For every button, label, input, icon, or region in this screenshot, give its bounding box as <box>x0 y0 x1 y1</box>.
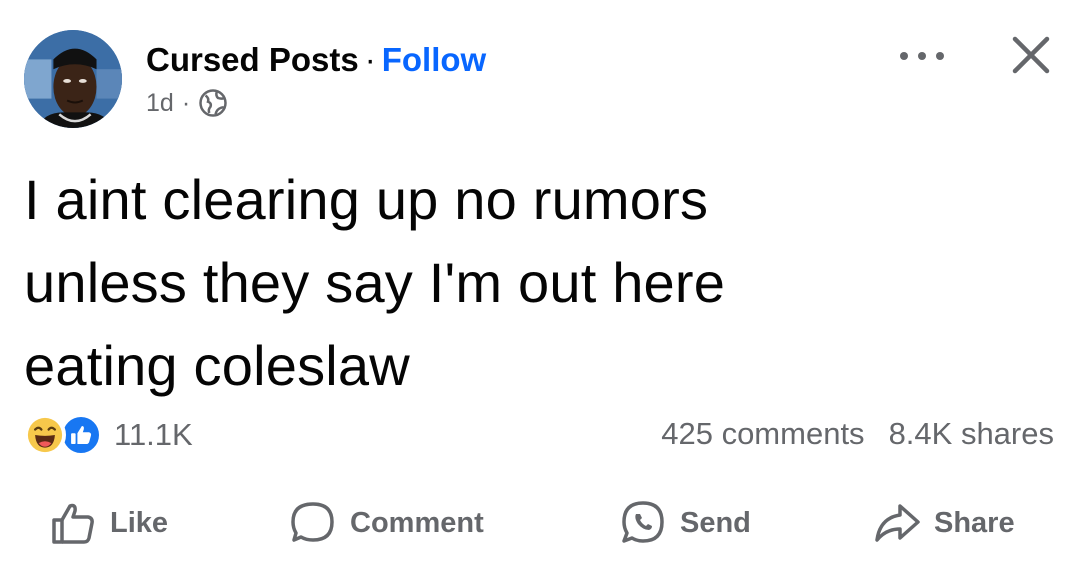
send-label: Send <box>680 506 751 539</box>
action-bar: Like Comment Send Share <box>0 496 1080 550</box>
timestamp[interactable]: 1d <box>146 88 174 118</box>
title-separator: · <box>364 41 376 78</box>
more-dot <box>936 52 944 60</box>
whatsapp-send-icon <box>622 501 664 543</box>
globe-icon[interactable] <box>198 88 228 118</box>
like-reaction-icon <box>60 414 102 456</box>
avatar-image <box>24 30 122 128</box>
share-label: Share <box>934 506 1015 539</box>
comments-count[interactable]: 425 comments <box>661 414 864 454</box>
share-button[interactable]: Share <box>872 496 1015 550</box>
like-button[interactable]: Like <box>48 496 168 550</box>
send-button[interactable]: Send <box>618 496 751 550</box>
more-options-icon[interactable] <box>894 42 950 70</box>
haha-emoji-icon <box>24 414 66 456</box>
shares-count[interactable]: 8.4K shares <box>889 414 1054 454</box>
close-icon[interactable] <box>1006 30 1056 80</box>
comment-label: Comment <box>350 506 484 539</box>
follow-button[interactable]: Follow <box>382 41 486 78</box>
more-dot <box>918 52 926 60</box>
post-text-line: eating coleslaw <box>24 334 410 397</box>
page-name[interactable]: Cursed Posts <box>146 41 359 78</box>
meta-separator: · <box>181 89 191 117</box>
title-line: Cursed Posts · Follow <box>146 40 486 80</box>
thumbs-up-icon <box>52 503 94 544</box>
post-text-line: unless they say I'm out here <box>24 251 726 314</box>
comment-button[interactable]: Comment <box>288 496 484 550</box>
engagement-stats: 425 comments 8.4K shares <box>661 414 1054 454</box>
more-dot <box>900 52 908 60</box>
share-arrow-icon <box>875 504 920 542</box>
post-text-line: I aint clearing up no rumors <box>24 168 709 231</box>
page-avatar[interactable] <box>24 30 122 128</box>
reaction-count: 11.1K <box>114 417 193 452</box>
post-meta: 1d · <box>146 88 486 118</box>
comment-bubble-icon <box>291 502 334 542</box>
like-label: Like <box>110 506 169 539</box>
reaction-icons <box>24 414 108 456</box>
reactions-summary[interactable]: 11.1K <box>24 414 193 456</box>
post-text: I aint clearing up no rumors unless they… <box>24 158 1054 407</box>
post-header: Cursed Posts · Follow 1d · <box>146 40 486 118</box>
